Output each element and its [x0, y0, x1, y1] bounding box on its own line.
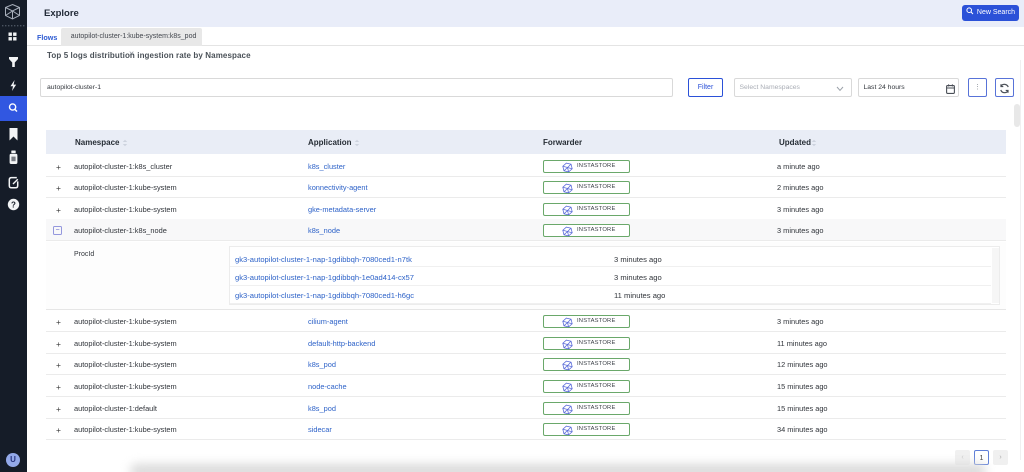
svg-text:?: ? [11, 201, 16, 210]
